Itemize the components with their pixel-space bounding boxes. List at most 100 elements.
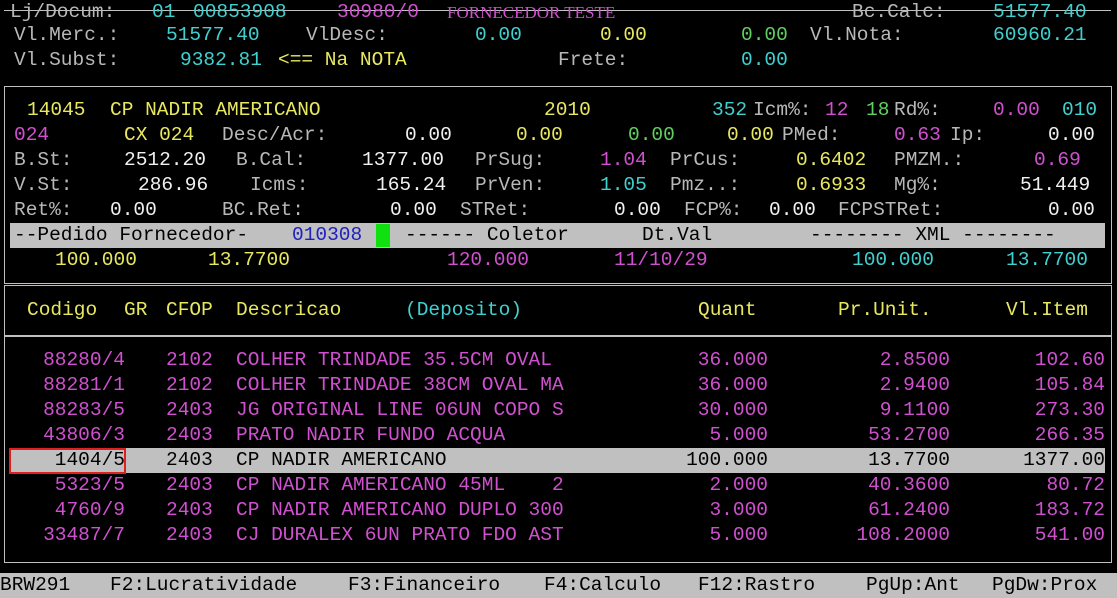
vlmerc-label: Vl.Merc.: [14, 24, 120, 46]
cell-cfop: 2403 [166, 474, 213, 496]
xml-qty: 100.000 [852, 249, 934, 271]
cell-item-value: 183.72 [1034, 499, 1105, 521]
cell-item-value: 266.35 [1034, 424, 1105, 446]
dtval-label: Dt.Val [642, 224, 713, 246]
col-prunit: Pr.Unit. [838, 299, 932, 321]
xml-label: -------- XML -------- [810, 224, 1056, 246]
ret-value: 0.00 [110, 199, 157, 221]
cell-description: PRATO NADIR FUNDO ACQUA [236, 424, 506, 446]
cell-description: CP NADIR AMERICANO 45ML 2 [236, 474, 564, 496]
cell-quantity: 100.000 [686, 449, 768, 471]
vst-value: 286.96 [138, 174, 209, 196]
cell-code: 33487/7 [43, 524, 125, 546]
prsug-value: 1.04 [600, 149, 647, 171]
detail-year: 2010 [544, 99, 591, 121]
descacr-value-1: 0.00 [405, 124, 452, 146]
fcp-label: FCP%: [684, 199, 743, 221]
selection-focus-box [9, 448, 126, 474]
col-descricao: Descricao [236, 299, 342, 321]
fcpstret-value: 0.00 [1048, 199, 1095, 221]
order-bar-label: --Pedido Fornecedor- [14, 224, 249, 246]
bcret-value: 0.00 [390, 199, 437, 221]
icm-num: 352 [712, 99, 748, 121]
cell-unit-price: 13.7700 [868, 449, 950, 471]
f4-calculo[interactable]: F4:Calculo [544, 573, 661, 598]
lj-docum-label: Lj/Docum: [10, 1, 116, 23]
cell-unit-price: 2.9400 [879, 374, 950, 396]
vlsubst-value: 9382.81 [180, 49, 262, 71]
cell-code: 88280/4 [43, 349, 125, 371]
descacr-value-3: 0.00 [628, 124, 675, 146]
icms-value: 165.24 [376, 174, 447, 196]
descacr-label: Desc/Acr: [222, 124, 328, 146]
xml-price: 13.7700 [1006, 249, 1088, 271]
prven-label: PrVen: [475, 174, 546, 196]
frete-value: 0.00 [741, 49, 788, 71]
f2-lucratividade[interactable]: F2:Lucratividade [110, 573, 297, 598]
coletor-qty: 120.000 [447, 249, 529, 271]
lj-doc: 00853908 [193, 1, 287, 23]
vldesc-value-1: 0.00 [475, 24, 522, 46]
frete-label: Frete: [558, 49, 629, 71]
vldesc-value-3: 0.00 [741, 24, 788, 46]
vlnota-label: Vl.Nota: [810, 24, 904, 46]
pmz-label: Pmz..: [670, 174, 741, 196]
supplier-name: FORNECEDOR TESTE [447, 3, 616, 22]
prcus-label: PrCus: [670, 149, 741, 171]
detail-product-code: 14045 [27, 99, 86, 121]
pmed-label: PMed: [782, 124, 841, 146]
cell-quantity: 30.000 [697, 399, 768, 421]
fcpstret-label: FCPSTRet: [838, 199, 944, 221]
col-cfop: CFOP [166, 299, 213, 321]
cell-code: 88283/5 [43, 399, 125, 421]
cell-item-value: 273.30 [1034, 399, 1105, 421]
cell-cfop: 2403 [166, 449, 213, 471]
cell-cfop: 2102 [166, 349, 213, 371]
col-gr: GR [124, 299, 148, 321]
cell-description: CJ DURALEX 6UN PRATO FDO AST [236, 524, 564, 546]
cell-description: CP NADIR AMERICANO DUPLO 300 [236, 499, 564, 521]
detail-product-desc: CP NADIR AMERICANO [110, 99, 321, 121]
col-codigo: Codigo [27, 299, 98, 321]
pgdw-proximo[interactable]: PgDw:Prox [992, 573, 1097, 598]
cell-item-value: 102.60 [1034, 349, 1105, 371]
cell-cfop: 2403 [166, 399, 213, 421]
cell-unit-price: 61.2400 [868, 499, 950, 521]
descacr-value-2: 0.00 [516, 124, 563, 146]
cell-quantity: 36.000 [697, 349, 768, 371]
cell-item-value: 80.72 [1046, 474, 1105, 496]
pgup-anterior[interactable]: PgUp:Ant [866, 573, 960, 598]
vlnota-value: 60960.21 [993, 24, 1087, 46]
ip-label: Ip: [950, 124, 986, 146]
pmed-value: 0.63 [894, 124, 941, 146]
mg-label: Mg%: [894, 174, 941, 196]
cell-item-value: 541.00 [1034, 524, 1105, 546]
bcal-value: 1377.00 [362, 149, 444, 171]
vlsubst-label: Vl.Subst: [14, 49, 120, 71]
stret-value: 0.00 [614, 199, 661, 221]
f3-financeiro[interactable]: F3:Financeiro [348, 573, 500, 598]
prsug-label: PrSug: [475, 149, 546, 171]
cell-unit-price: 9.1100 [879, 399, 950, 421]
fcp-value: 0.00 [769, 199, 816, 221]
prcus-value: 0.6402 [796, 149, 867, 171]
bcret-label: BC.Ret: [222, 199, 304, 221]
bccalc-label: Bc.Calc: [852, 1, 946, 23]
vldesc-label: VlDesc: [306, 24, 388, 46]
order-qty: 100.000 [55, 249, 137, 271]
icm-value: 12 [825, 99, 849, 121]
vldesc-value-2: 0.00 [600, 24, 647, 46]
coletor-label: ------ Coletor [405, 224, 569, 246]
col-quant: Quant [698, 299, 757, 321]
cell-description: COLHER TRINDADE 35.5CM OVAL [236, 349, 552, 371]
f12-rastro[interactable]: F12:Rastro [698, 573, 815, 598]
cell-unit-price: 53.2700 [868, 424, 950, 446]
cell-item-value: 1377.00 [1023, 449, 1105, 471]
cell-quantity: 3.000 [709, 499, 768, 521]
cell-quantity: 2.000 [709, 474, 768, 496]
vlmerc-value: 51577.40 [166, 24, 260, 46]
col-deposito: (Deposito) [405, 299, 523, 321]
descacr-value-4: 0.00 [727, 124, 774, 146]
pmzm-label: PMZM.: [894, 149, 965, 171]
order-number-input[interactable]: 010308 [292, 223, 362, 248]
